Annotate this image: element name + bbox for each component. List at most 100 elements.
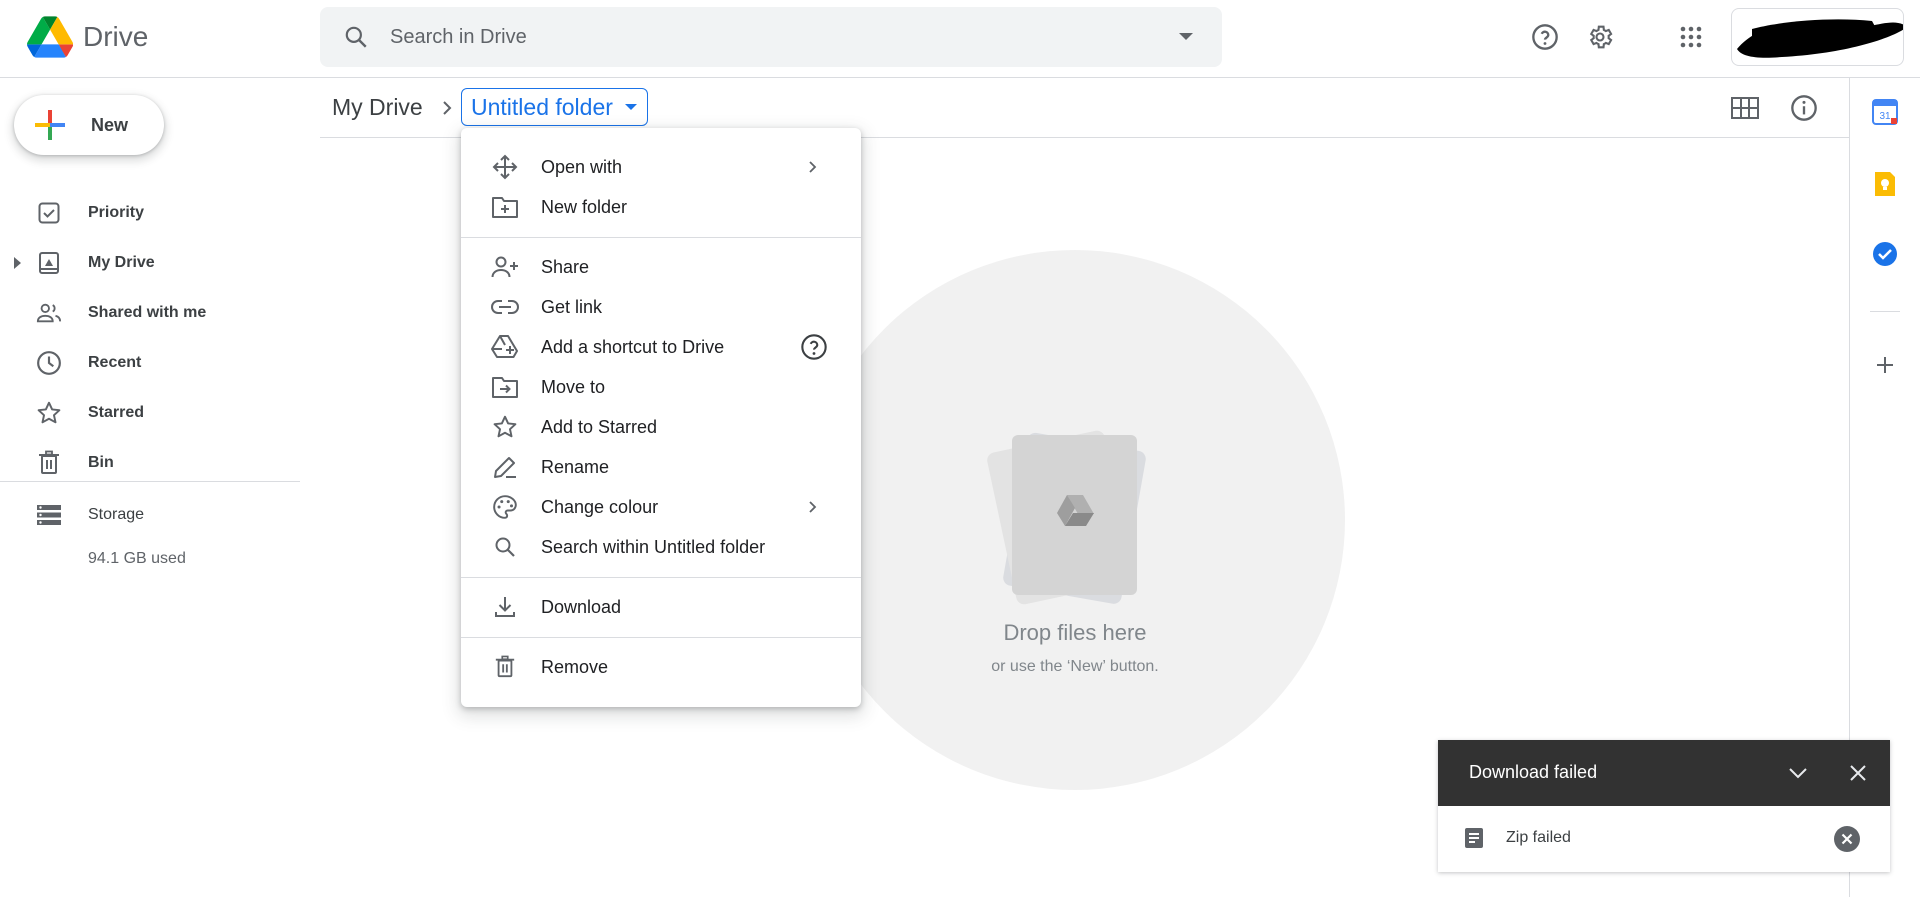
palette-icon (491, 493, 519, 521)
sidebar-item-priority[interactable]: Priority (0, 193, 300, 233)
menu-item-search-within[interactable]: Search within Untitled folder (461, 527, 861, 567)
storage-usage-text: 94.1 GB used (88, 550, 186, 567)
menu-item-label: Share (541, 256, 590, 277)
file-icon (1465, 828, 1483, 848)
collapse-chevron-icon[interactable] (1784, 759, 1812, 787)
sidebar-item-label: Shared with me (88, 304, 207, 321)
add-app-icon[interactable] (1869, 349, 1901, 381)
drop-files-illustration (987, 430, 1146, 605)
menu-item-label: Add to Starred (541, 416, 658, 437)
menu-item-remove[interactable]: Remove (461, 647, 861, 687)
sidebar-item-bin[interactable]: Bin (0, 443, 300, 483)
drive-logo-icon (27, 16, 73, 58)
menu-item-add-shortcut[interactable]: Add a shortcut to Drive (461, 327, 861, 367)
new-button[interactable]: New (14, 95, 164, 155)
calendar-app-icon[interactable]: 31 (1869, 96, 1901, 128)
info-icon[interactable] (1784, 88, 1824, 128)
menu-item-label: Download (541, 596, 622, 617)
menu-item-get-link[interactable]: Get link (461, 287, 861, 327)
trash-icon (36, 450, 62, 476)
star-outline-icon (491, 413, 519, 441)
top-header: Drive (0, 0, 1920, 78)
error-clear-icon[interactable] (1833, 825, 1861, 853)
settings-icon[interactable] (1580, 17, 1620, 57)
move-to-icon (491, 373, 519, 401)
expand-caret-icon[interactable] (14, 257, 21, 269)
sidebar-item-label: My Drive (88, 254, 155, 271)
new-folder-icon (491, 193, 519, 221)
menu-item-change-colour[interactable]: Change colour (461, 487, 861, 527)
menu-item-download[interactable]: Download (461, 587, 861, 627)
clock-icon (36, 350, 62, 376)
current-folder-label: Untitled folder (471, 93, 613, 120)
search-bar[interactable] (320, 7, 1222, 67)
drive-app: Drive Search in Drive New Priority My Dr… (0, 0, 1920, 897)
menu-item-move-to[interactable]: Move to (461, 367, 861, 407)
my-drive-icon (36, 250, 62, 276)
help-icon[interactable] (1525, 17, 1565, 57)
search-input[interactable] (390, 25, 1150, 49)
link-icon (491, 293, 519, 321)
sidebar-item-my-drive[interactable]: My Drive (0, 243, 300, 283)
storage-icon (36, 502, 62, 528)
star-icon (36, 400, 62, 426)
share-person-icon (491, 253, 519, 281)
submenu-arrow-icon (809, 501, 817, 513)
sidebar-item-label: Starred (88, 404, 145, 421)
download-status-row: Zip failed (1438, 806, 1890, 872)
menu-item-label: Move to (541, 376, 606, 397)
sidebar-item-label: Bin (88, 454, 114, 471)
menu-item-share[interactable]: Share (461, 247, 861, 287)
breadcrumb-my-drive[interactable]: My Drive (332, 94, 423, 121)
shortcut-icon (491, 333, 519, 361)
drop-files-subtitle: or use the ‘New’ button. (991, 658, 1159, 675)
close-icon[interactable] (1844, 759, 1872, 787)
tasks-app-icon[interactable] (1869, 238, 1901, 270)
download-icon (491, 593, 519, 621)
search-icon[interactable] (340, 21, 372, 53)
account-switcher[interactable] (1731, 8, 1904, 66)
side-panel-separator (1870, 311, 1900, 312)
open-with-icon (491, 153, 519, 181)
drop-files-title: Drop files here (1003, 620, 1147, 645)
chevron-down-icon (624, 104, 637, 110)
trash-icon (491, 653, 519, 681)
sidebar-item-recent[interactable]: Recent (0, 343, 300, 383)
keep-app-icon[interactable] (1869, 168, 1901, 200)
search-options-icon[interactable] (1174, 25, 1198, 49)
priority-icon (36, 200, 62, 226)
sidebar-item-storage[interactable]: Storage (0, 495, 300, 535)
menu-item-open-with[interactable]: Open with (461, 147, 861, 187)
chevron-right-icon (443, 101, 452, 115)
help-circle-icon[interactable] (800, 333, 828, 361)
sidebar-item-label: Priority (88, 204, 145, 221)
sidebar: New Priority My Drive Shared with me Rec… (0, 78, 300, 897)
redacted-account-scribble (1737, 19, 1903, 58)
menu-item-rename[interactable]: Rename (461, 447, 861, 487)
menu-item-label: Change colour (541, 496, 659, 517)
plus-icon (35, 110, 65, 140)
folder-context-menu: Open with New folder Share Get link Add … (461, 128, 861, 707)
menu-item-label: Remove (541, 656, 609, 677)
storage-label: Storage (88, 506, 145, 523)
pencil-icon (491, 453, 519, 481)
apps-grid-icon[interactable] (1671, 17, 1711, 57)
app-name: Drive (83, 21, 149, 52)
download-error-text: Zip failed (1506, 829, 1571, 846)
menu-divider (461, 237, 861, 238)
menu-item-label: Add a shortcut to Drive (541, 336, 725, 357)
menu-item-label: Open with (541, 156, 623, 177)
download-status-panel: Download failed Zip failed (1438, 740, 1890, 872)
menu-item-new-folder[interactable]: New folder (461, 187, 861, 227)
menu-item-add-to-starred[interactable]: Add to Starred (461, 407, 861, 447)
sidebar-item-label: Recent (88, 354, 142, 371)
grid-view-icon[interactable] (1725, 88, 1765, 128)
sidebar-item-shared-with-me[interactable]: Shared with me (0, 293, 300, 333)
sidebar-item-starred[interactable]: Starred (0, 393, 300, 433)
download-status-header: Download failed (1438, 740, 1890, 806)
menu-item-label: Rename (541, 456, 610, 477)
new-button-label: New (91, 114, 129, 135)
breadcrumb-current-folder[interactable]: Untitled folder (461, 88, 648, 126)
menu-divider (461, 577, 861, 578)
drive-logo[interactable]: Drive (27, 16, 148, 58)
